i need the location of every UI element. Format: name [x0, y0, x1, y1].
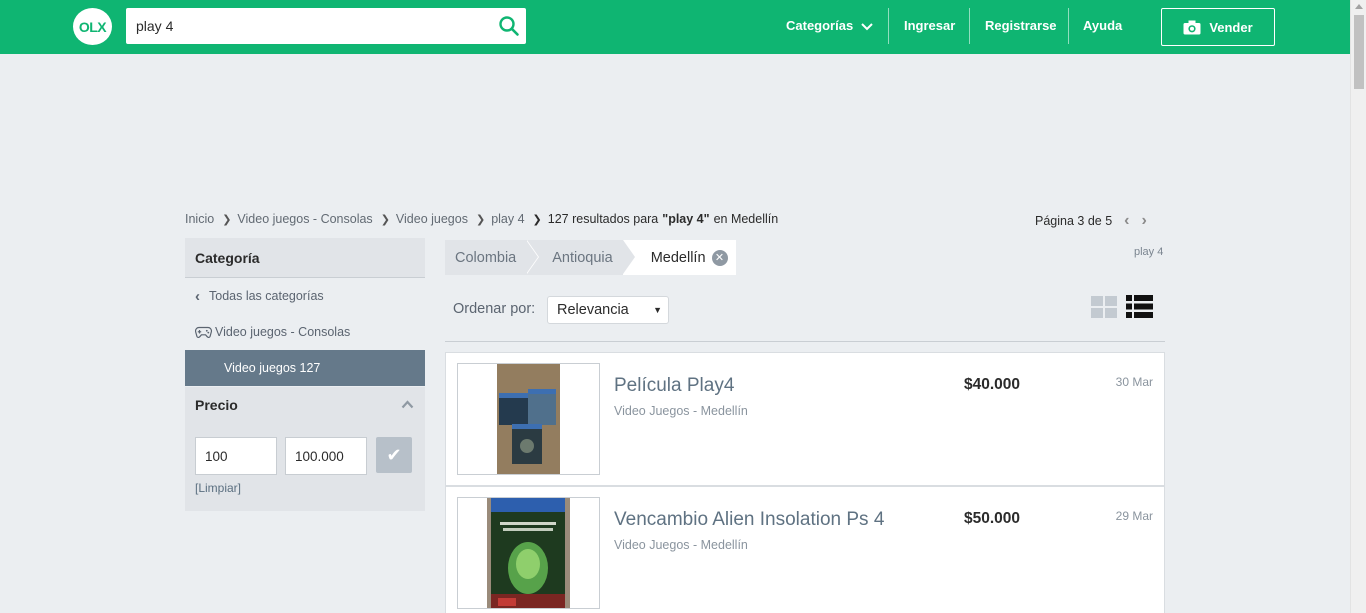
listing-card[interactable]: Película Play4 Video Juegos - Medellín $…: [445, 352, 1165, 486]
price-min-input[interactable]: [195, 437, 277, 475]
search-box: [126, 8, 526, 44]
page-indicator: Página 3 de 5: [1035, 214, 1113, 228]
location-colombia[interactable]: Colombia: [445, 240, 540, 275]
clear-price-link[interactable]: [Limpiar]: [195, 481, 241, 495]
sort-label: Ordenar por:: [453, 301, 536, 317]
chevron-right-icon: ❯: [532, 213, 542, 226]
sell-button[interactable]: Vender: [1161, 8, 1275, 46]
next-page-icon[interactable]: ›: [1141, 212, 1146, 230]
grid-view-icon[interactable]: [1091, 296, 1117, 318]
listing-date: 30 Mar: [1115, 375, 1153, 389]
listing-card[interactable]: Vencambio Alien Insolation Ps 4 Video Ju…: [445, 486, 1165, 613]
page-scrollbar[interactable]: [1350, 0, 1366, 613]
location-current-label: Medellín: [650, 249, 706, 266]
chevron-right-icon: ❯: [475, 213, 486, 226]
location-filter: Colombia Antioquia Medellín ✕: [445, 240, 736, 275]
logo-text: OLX: [78, 18, 107, 35]
chevron-up-icon[interactable]: [401, 400, 414, 409]
prev-page-icon[interactable]: ‹: [1124, 212, 1129, 230]
scroll-up-icon[interactable]: [1355, 4, 1363, 9]
all-categories-label: Todas las categorías: [209, 289, 324, 303]
listing-title[interactable]: Película Play4: [614, 375, 734, 397]
results-divider: [445, 341, 1165, 342]
price-max-input[interactable]: [285, 437, 367, 475]
breadcrumb-video-juegos[interactable]: Video juegos: [396, 212, 468, 226]
listing-thumbnail[interactable]: [457, 363, 600, 475]
location-antioquia[interactable]: Antioquia: [526, 240, 637, 275]
chevron-right-icon: ❯: [222, 213, 232, 226]
breadcrumb-play-4[interactable]: play 4: [491, 212, 524, 226]
listing-date: 29 Mar: [1115, 509, 1153, 523]
caret-down-icon: ▼: [653, 305, 662, 315]
filters-sidebar: Categoría ‹ Todas las categorías Video j…: [185, 238, 425, 511]
category-heading: Categoría: [185, 238, 425, 278]
top-header: OLX Categorías Ingresar Registrarse Ayud…: [0, 0, 1350, 54]
register-link[interactable]: Registrarse: [985, 18, 1057, 33]
results-count: 127 resultados para: [547, 212, 659, 226]
sell-label: Vender: [1209, 19, 1253, 35]
product-photo: [458, 498, 599, 608]
help-link[interactable]: Ayuda: [1083, 18, 1122, 33]
search-tag: play 4: [1134, 246, 1164, 258]
parent-category-link[interactable]: Video juegos - Consolas: [185, 314, 425, 350]
sort-select[interactable]: Relevancia ▼: [547, 296, 669, 324]
breadcrumb-inicio[interactable]: Inicio: [185, 212, 214, 226]
chevron-left-icon: ‹: [195, 287, 200, 305]
price-heading: Precio: [195, 397, 238, 413]
listing-title[interactable]: Vencambio Alien Insolation Ps 4: [614, 509, 884, 531]
pagination: Página 3 de 5 ‹ ›: [1035, 212, 1147, 230]
sort-selected: Relevancia: [557, 302, 629, 318]
listing-subtitle: Video Juegos - Medellín: [614, 404, 748, 418]
listing-price: $40.000: [964, 376, 1021, 393]
search-icon[interactable]: [498, 15, 520, 37]
active-category[interactable]: Video juegos 127: [185, 350, 425, 386]
close-icon[interactable]: ✕: [711, 249, 728, 266]
apply-price-button[interactable]: ✔: [376, 437, 412, 473]
listing-thumbnail[interactable]: [457, 497, 600, 609]
olx-logo[interactable]: OLX: [73, 8, 112, 45]
results-query: "play 4": [662, 212, 710, 226]
scroll-thumb[interactable]: [1354, 15, 1364, 89]
list-view-icon[interactable]: [1126, 295, 1153, 318]
category-list: ‹ Todas las categorías Video juegos - Co…: [185, 278, 425, 386]
categories-menu[interactable]: Categorías: [786, 18, 873, 33]
nav-divider: [1068, 8, 1069, 44]
chevron-down-icon: [861, 22, 873, 30]
chevron-right-icon: ❯: [380, 213, 390, 226]
listing-subtitle: Video Juegos - Medellín: [614, 538, 748, 552]
checkmark-icon: ✔: [386, 444, 402, 465]
camera-icon: [1183, 20, 1201, 34]
location-medellin: Medellín ✕: [622, 240, 736, 275]
price-filter: Precio ✔ [Limpiar]: [185, 387, 425, 511]
breadcrumb-video-juegos-consolas[interactable]: Video juegos - Consolas: [237, 212, 372, 226]
gamepad-icon: [195, 326, 212, 338]
login-link[interactable]: Ingresar: [904, 18, 955, 33]
search-input[interactable]: [126, 8, 486, 44]
breadcrumb: Inicio ❯ Video juegos - Consolas ❯ Video…: [185, 212, 778, 226]
results-location: en Medellín: [713, 212, 779, 226]
nav-divider: [888, 8, 889, 44]
product-photo: [458, 364, 599, 474]
all-categories-link[interactable]: ‹ Todas las categorías: [185, 278, 425, 314]
listing-price: $50.000: [964, 510, 1021, 527]
nav-divider: [969, 8, 970, 44]
categories-label: Categorías: [786, 18, 854, 33]
parent-category-label: Video juegos - Consolas: [215, 325, 351, 339]
